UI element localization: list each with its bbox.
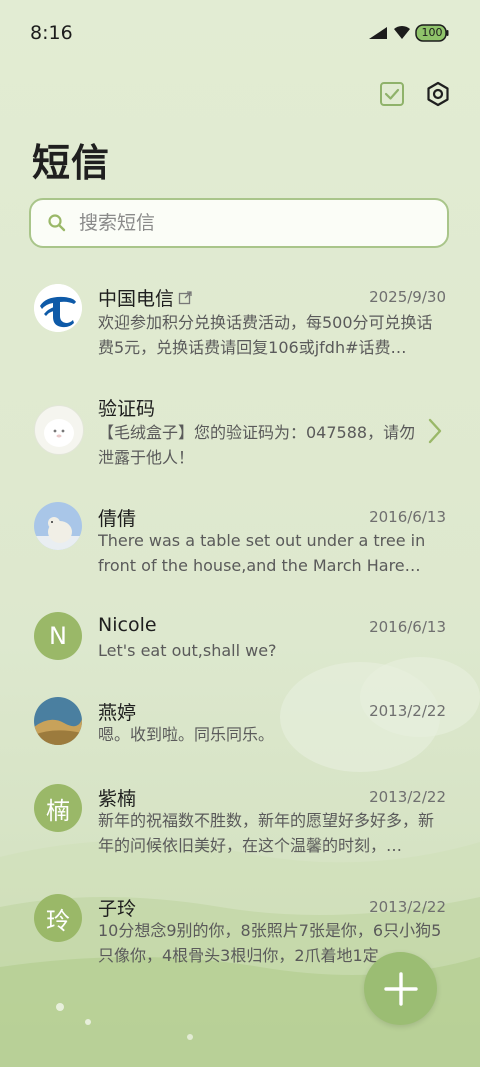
avatar-china-telecom (34, 284, 82, 332)
battery-icon: 100 (415, 24, 449, 46)
conversation-preview: 【毛绒盒子】您的验证码为：047588，请勿泄露于他人！ (98, 423, 416, 467)
conversation-name: 子玲 (98, 898, 137, 920)
settings-button[interactable] (420, 76, 456, 112)
compose-plus-icon (383, 971, 418, 1006)
conversation-date: 2016/6/13 (369, 508, 446, 526)
conversation-item[interactable]: 倩倩 2016/6/13 There was a table set out u… (0, 500, 480, 596)
conversation-preview: There was a table set out under a tree i… (98, 531, 426, 575)
conversation-item[interactable]: 楠 紫楠 2013/2/22 新年的祝福数不胜数，新年的愿望好多好多，新年的问候… (0, 782, 480, 878)
conversation-item[interactable]: 燕婷 2013/2/22 嗯。收到啦。同乐同乐。 (0, 696, 480, 766)
conversation-item[interactable]: 中国电信 2025/9/30 欢迎参加积分兑换话费活动，每500分可兑换话费5元… (0, 276, 480, 372)
compose-button[interactable] (364, 952, 437, 1025)
conversation-name: 燕婷 (98, 702, 137, 724)
battery-level: 100 (421, 26, 443, 39)
settings-icon (427, 81, 449, 107)
wifi-icon (394, 25, 410, 39)
conversation-date: 2013/2/22 (369, 702, 446, 720)
conversation-name: 紫楠 (98, 788, 137, 810)
conversation-preview: 新年的祝福数不胜数，新年的愿望好多好多，新年的问候依旧美好，在这个温馨的时刻，… (98, 811, 435, 855)
conversation-name: 验证码 (98, 398, 156, 420)
chevron-right-icon[interactable] (428, 418, 442, 444)
page-title: 短信 (32, 141, 111, 185)
avatar-nicole: N (34, 612, 82, 660)
checklist-button[interactable] (374, 76, 410, 112)
search-input[interactable] (77, 211, 401, 235)
search-icon (47, 213, 67, 233)
conversation-name: 中国电信 (98, 284, 192, 311)
avatar-yanting (34, 697, 82, 745)
status-bar: 8:16 100 (0, 0, 480, 66)
external-link-icon (178, 290, 192, 304)
avatar-verification (34, 405, 84, 455)
conversation-date: 2013/2/22 (369, 788, 446, 806)
status-time: 8:16 (30, 22, 73, 44)
conversation-preview: Let's eat out,shall we? (98, 641, 277, 660)
avatar-ziling: 玲 (34, 894, 82, 942)
avatar-qianqian (34, 502, 82, 550)
conversation-date: 2013/2/22 (369, 898, 446, 916)
conversation-preview: 嗯。收到啦。同乐同乐。 (98, 725, 275, 744)
conversation-date: 2016/6/13 (369, 618, 446, 636)
conversation-date: 2025/9/30 (369, 288, 446, 306)
checklist-icon (380, 82, 404, 106)
conversation-name: Nicole (98, 614, 157, 636)
conversation-name: 倩倩 (98, 508, 137, 530)
conversation-item[interactable]: 验证码 【毛绒盒子】您的验证码为：047588，请勿泄露于他人！ (0, 390, 480, 480)
signal-icon (369, 27, 387, 39)
search-bar[interactable] (29, 198, 449, 248)
conversation-item[interactable]: N Nicole 2016/6/13 Let's eat out,shall w… (0, 610, 480, 680)
conversation-preview: 欢迎参加积分兑换话费活动，每500分可兑换话费5元，兑换话费请回复106或jfd… (98, 313, 433, 357)
avatar-zinan: 楠 (34, 784, 82, 832)
